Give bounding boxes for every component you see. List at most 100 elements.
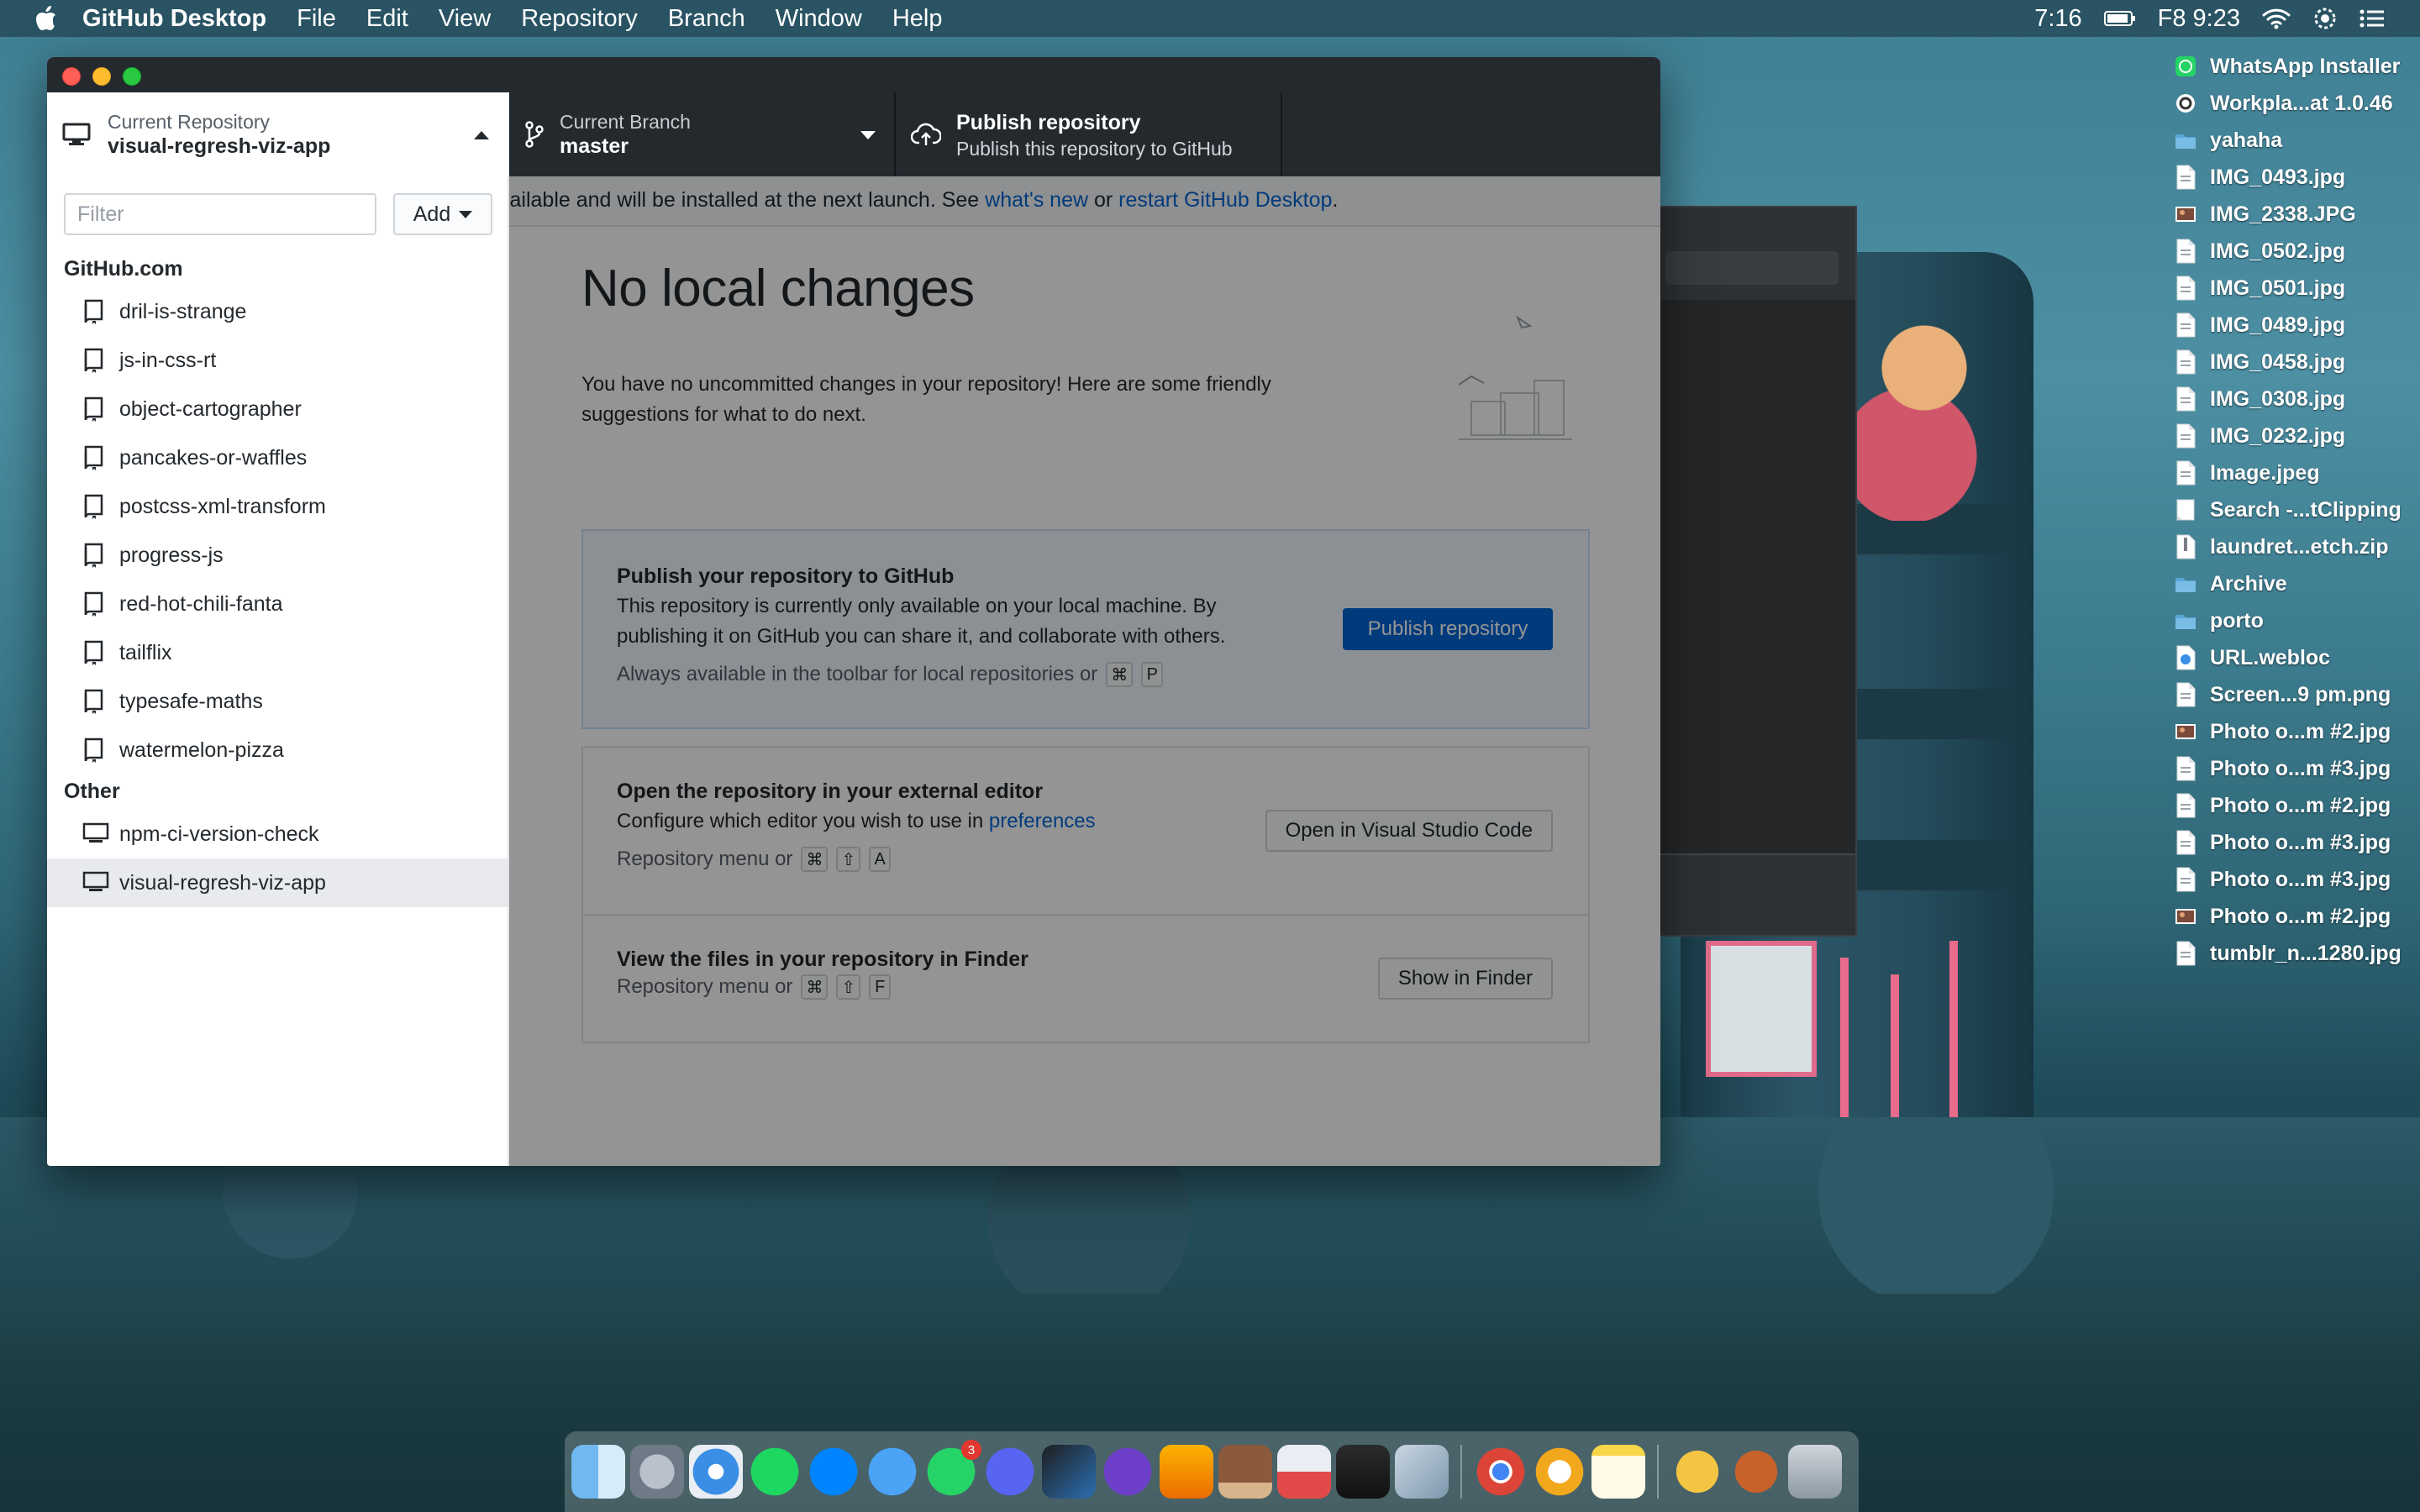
status-date-time[interactable]: F8 9:23: [2158, 5, 2240, 33]
launchpad-icon[interactable]: [630, 1445, 684, 1499]
computer-icon: [62, 123, 91, 145]
whatsapp-icon[interactable]: 3: [924, 1440, 981, 1499]
minimize-window-button[interactable]: [92, 67, 111, 86]
repository-list-item[interactable]: js-in-css-rt: [47, 336, 508, 385]
publish-repository-title: Publish repository: [956, 111, 1141, 134]
desktop-icon-item[interactable]: laundret...etch.zip: [2175, 528, 2420, 565]
desktop-icon-item[interactable]: IMG_0458.jpg: [2175, 344, 2420, 381]
desktop-icon-item[interactable]: IMG_0308.jpg: [2175, 381, 2420, 417]
menu-repository[interactable]: Repository: [521, 5, 638, 33]
menu-file[interactable]: File: [297, 5, 336, 33]
repository-list-item[interactable]: object-cartographer: [47, 385, 508, 433]
vscode-icon[interactable]: [1042, 1445, 1096, 1499]
desktop-icon-item[interactable]: Image.jpeg: [2175, 454, 2420, 491]
repository-list-item[interactable]: watermelon-pizza: [47, 726, 508, 774]
preview-icon[interactable]: [1395, 1445, 1449, 1499]
publish-card-hint: Always available in the toolbar for loca…: [617, 662, 1164, 687]
desktop-icon-item[interactable]: Photo o...m #2.jpg: [2175, 787, 2420, 824]
desktop-icon-item[interactable]: Workpla...at 1.0.46: [2175, 85, 2420, 122]
window-titlebar[interactable]: [47, 57, 1660, 92]
ice-cream-icon[interactable]: [1218, 1445, 1272, 1499]
macos-dock: 3: [565, 1431, 1859, 1512]
desktop-icon-item[interactable]: Photo o...m #2.jpg: [2175, 713, 2420, 750]
repository-list-item[interactable]: npm-ci-version-check: [47, 810, 508, 858]
desktop-icon-item[interactable]: Screen...9 pm.png: [2175, 676, 2420, 713]
repository-list-item[interactable]: progress-js: [47, 531, 508, 580]
restart-app-link[interactable]: restart GitHub Desktop: [1118, 188, 1332, 212]
safari-icon[interactable]: [689, 1445, 743, 1499]
messages-icon[interactable]: [865, 1445, 919, 1499]
notification-center-icon[interactable]: [2360, 8, 2385, 29]
empty-state-illustration: [1458, 315, 1572, 440]
menu-app-name[interactable]: GitHub Desktop: [82, 5, 266, 33]
apple-menu-icon[interactable]: [35, 6, 57, 31]
desktop-icon-item[interactable]: WhatsApp Installer: [2175, 48, 2420, 85]
add-repository-button[interactable]: Add: [393, 193, 492, 235]
repository-list-item[interactable]: tailflix: [47, 628, 508, 677]
terminal-icon[interactable]: [1336, 1445, 1390, 1499]
chrome-icon[interactable]: [1474, 1445, 1528, 1499]
trash-icon[interactable]: [1788, 1445, 1842, 1499]
open-in-editor-button[interactable]: Open in Visual Studio Code: [1265, 810, 1553, 852]
preferences-link[interactable]: preferences: [989, 810, 1096, 832]
desktop-icon-item[interactable]: IMG_0493.jpg: [2175, 159, 2420, 196]
desktop-icon-item[interactable]: yahaha: [2175, 122, 2420, 159]
repository-filter-input[interactable]: [64, 193, 376, 235]
zoom-window-button[interactable]: [123, 67, 141, 86]
discord-icon[interactable]: [983, 1445, 1037, 1499]
finder-icon[interactable]: [571, 1445, 625, 1499]
repository-list-item[interactable]: pancakes-or-waffles: [47, 433, 508, 482]
wallpaper-sign: [1706, 941, 1817, 1077]
battery-icon[interactable]: [2103, 10, 2136, 27]
crash-bandicoot-icon[interactable]: [1729, 1445, 1783, 1499]
desktop-icon-item[interactable]: IMG_0501.jpg: [2175, 270, 2420, 307]
desktop-icon-item[interactable]: IMG_2338.JPG: [2175, 196, 2420, 233]
background-window[interactable]: [1647, 206, 1857, 937]
zip-file-icon: [2175, 534, 2196, 559]
desktop-icon-item[interactable]: tumblr_n...1280.jpg: [2175, 935, 2420, 972]
menu-view[interactable]: View: [439, 5, 491, 33]
github-desktop-icon[interactable]: [1101, 1445, 1155, 1499]
desktop-icon-item[interactable]: URL.webloc: [2175, 639, 2420, 676]
publish-repository-card-button[interactable]: Publish repository: [1343, 608, 1553, 650]
publish-card-hint-text: Always available in the toolbar for loca…: [617, 663, 1098, 685]
repository-list-item[interactable]: typesafe-maths: [47, 677, 508, 726]
user-gear-icon[interactable]: [2312, 6, 2338, 31]
desktop-icon-item[interactable]: Photo o...m #3.jpg: [2175, 824, 2420, 861]
repository-list-item[interactable]: dril-is-strange: [47, 287, 508, 336]
status-clock[interactable]: 7:16: [2034, 5, 2081, 33]
close-window-button[interactable]: [62, 67, 81, 86]
publish-suggestion-card: Publish your repository to GitHub This r…: [581, 529, 1590, 729]
repository-list-item[interactable]: postcss-xml-transform: [47, 482, 508, 531]
publish-repository-button[interactable]: Publish repository Publish this reposito…: [896, 92, 1282, 176]
desktop-icon-label: Workpla...at 1.0.46: [2210, 91, 2393, 115]
dock-separator: [1657, 1445, 1659, 1499]
repository-list-item[interactable]: visual-regresh-viz-app: [47, 858, 508, 907]
circle-app-icon[interactable]: [1533, 1445, 1586, 1499]
show-in-finder-button[interactable]: Show in Finder: [1377, 958, 1553, 1000]
menu-edit[interactable]: Edit: [366, 5, 408, 33]
desktop-icon-item[interactable]: IMG_0502.jpg: [2175, 233, 2420, 270]
desktop-icon-item[interactable]: Search -...tClipping: [2175, 491, 2420, 528]
current-branch-dropdown[interactable]: Current Branch master: [509, 92, 896, 176]
repository-list-item[interactable]: red-hot-chili-fanta: [47, 580, 508, 628]
wifi-icon[interactable]: [2262, 8, 2291, 29]
fruit-icon[interactable]: [1670, 1445, 1724, 1499]
desktop-icon-item[interactable]: Photo o...m #2.jpg: [2175, 898, 2420, 935]
spotify-icon[interactable]: [748, 1445, 802, 1499]
desktop-icon-item[interactable]: Archive: [2175, 565, 2420, 602]
notes-icon[interactable]: [1591, 1445, 1645, 1499]
menu-window[interactable]: Window: [776, 5, 862, 33]
whats-new-link[interactable]: what's new: [985, 188, 1088, 212]
desktop-icon-item[interactable]: porto: [2175, 602, 2420, 639]
desktop-icon-item[interactable]: Photo o...m #3.jpg: [2175, 861, 2420, 898]
messenger-icon[interactable]: [807, 1445, 860, 1499]
menu-help[interactable]: Help: [892, 5, 943, 33]
current-repository-dropdown[interactable]: Current Repository visual-regresh-viz-ap…: [47, 92, 509, 176]
desktop-icon-item[interactable]: IMG_0489.jpg: [2175, 307, 2420, 344]
desktop-icon-item[interactable]: IMG_0232.jpg: [2175, 417, 2420, 454]
menu-branch[interactable]: Branch: [668, 5, 745, 33]
rocket-popsicle-icon[interactable]: [1277, 1445, 1331, 1499]
sketch-icon[interactable]: [1160, 1445, 1213, 1499]
desktop-icon-item[interactable]: Photo o...m #3.jpg: [2175, 750, 2420, 787]
